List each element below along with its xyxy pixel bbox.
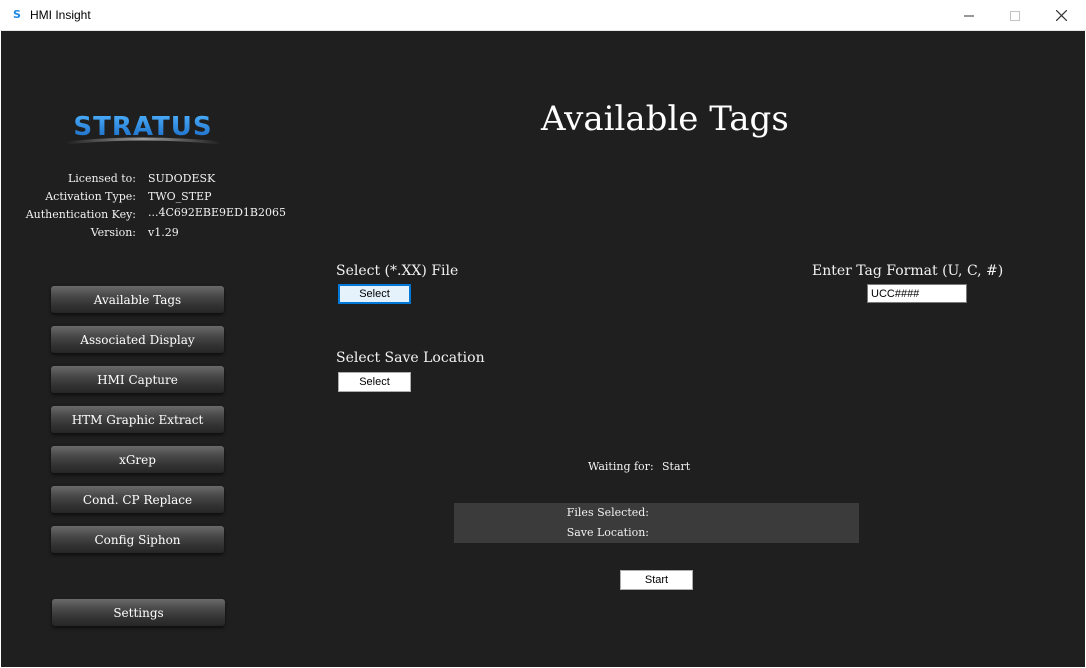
- activation-type-label: Activation Type:: [45, 190, 136, 203]
- waiting-value: Start: [662, 460, 691, 473]
- window-title: HMI Insight: [30, 8, 91, 22]
- activation-type-value: TWO_STEP: [148, 190, 212, 203]
- start-button[interactable]: Start: [620, 570, 693, 590]
- nav-settings[interactable]: Settings: [52, 599, 225, 626]
- licensed-to-label: Licensed to:: [67, 172, 136, 185]
- nav-available-tags[interactable]: Available Tags: [51, 286, 224, 313]
- minimize-button[interactable]: [946, 0, 992, 31]
- nav-config-siphon[interactable]: Config Siphon: [51, 526, 224, 553]
- files-selected-label: Files Selected:: [566, 506, 649, 519]
- tag-format-label: Enter Tag Format (U, C, #): [812, 263, 1004, 279]
- select-file-button[interactable]: Select: [338, 284, 411, 304]
- close-button[interactable]: [1038, 0, 1084, 31]
- licensed-to-value: SUDODESK: [148, 172, 216, 185]
- select-save-label: Select Save Location: [336, 350, 485, 366]
- maximize-icon: [1010, 10, 1020, 21]
- select-file-label: Select (*.XX) File: [336, 263, 459, 279]
- window-titlebar: S HMI Insight: [0, 0, 1086, 31]
- app-body: STRATUS Licensed to: SUDODESK Activation…: [1, 31, 1085, 667]
- minimize-icon: [964, 15, 974, 16]
- stratus-logo: STRATUS: [65, 113, 222, 145]
- nav-associated-display[interactable]: Associated Display: [51, 326, 224, 353]
- save-location-label: Save Location:: [566, 526, 649, 539]
- summary-panel: Files Selected: Save Location:: [454, 503, 859, 543]
- waiting-label: Waiting for:: [588, 460, 654, 473]
- page-title: Available Tags: [541, 99, 789, 139]
- nav-cond-cp-replace[interactable]: Cond. CP Replace: [51, 486, 224, 513]
- auth-key-value: ...4C692EBE9ED1B2065: [148, 206, 286, 219]
- maximize-button[interactable]: [992, 0, 1038, 31]
- version-label: Version:: [90, 226, 136, 239]
- nav-xgrep[interactable]: xGrep: [51, 446, 224, 473]
- version-value: v1.29: [148, 226, 179, 239]
- close-icon: [1055, 10, 1067, 21]
- nav-hmi-capture[interactable]: HMI Capture: [51, 366, 224, 393]
- nav-htm-graphic-extract[interactable]: HTM Graphic Extract: [51, 406, 224, 433]
- select-save-button[interactable]: Select: [338, 372, 411, 392]
- auth-key-label: Authentication Key:: [25, 208, 136, 221]
- tag-format-input[interactable]: [867, 284, 967, 303]
- app-icon: S: [13, 8, 21, 21]
